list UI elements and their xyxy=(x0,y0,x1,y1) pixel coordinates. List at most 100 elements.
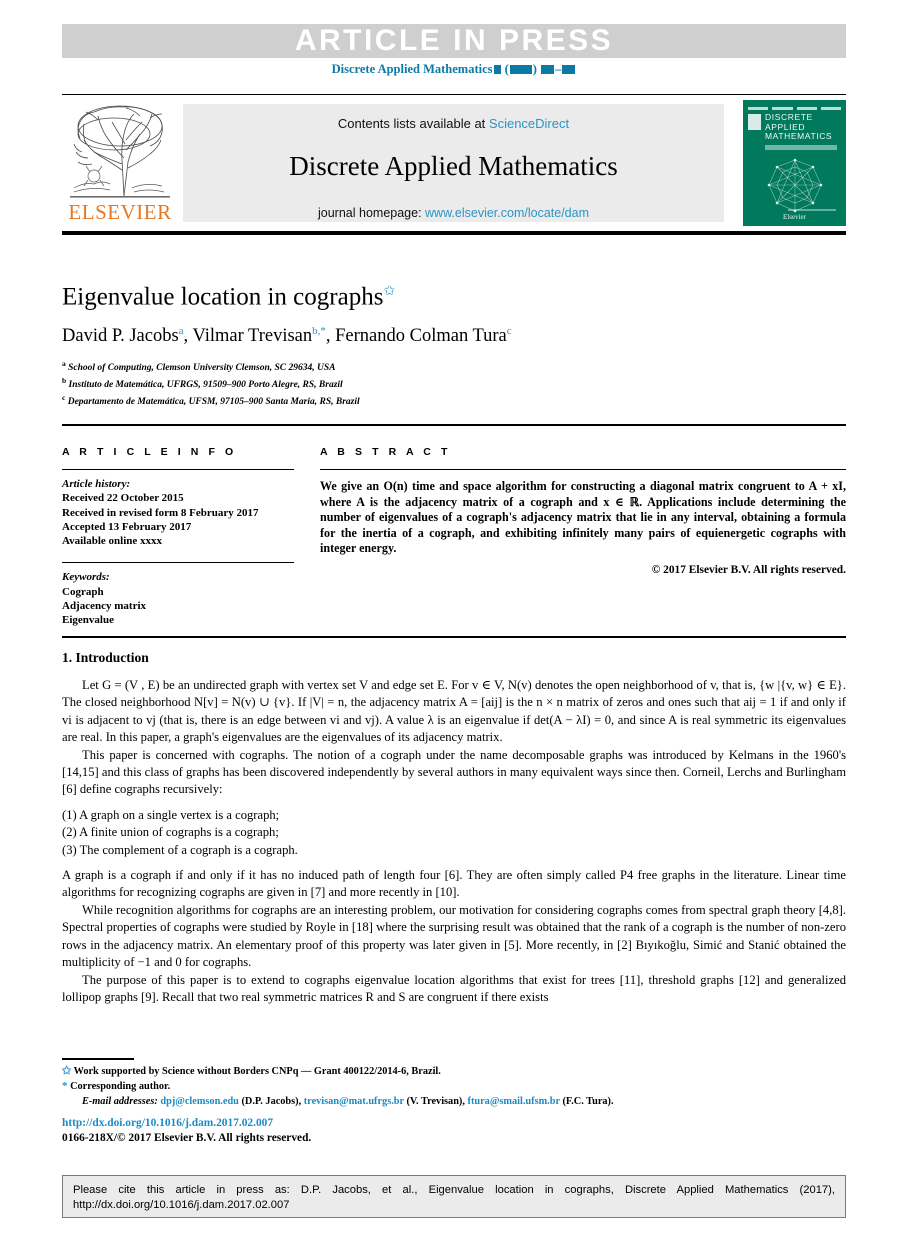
cover-footer-rule xyxy=(788,209,836,211)
cover-publisher: Elsevier xyxy=(783,213,806,221)
footnote-corresponding: * Corresponding author. xyxy=(62,1079,846,1094)
email-addresses-label: E-mail addresses: xyxy=(82,1096,158,1107)
page-start-placeholder-block xyxy=(541,65,555,74)
section-heading-introduction: 1. Introduction xyxy=(62,650,149,665)
paper-page: ARTICLE IN PRESS Discrete Applied Mathem… xyxy=(0,0,907,1238)
journal-reference-line: Discrete Applied Mathematics () – xyxy=(62,62,846,77)
list-item: (2) A finite union of cographs is a cogr… xyxy=(62,825,279,840)
contents-list-prefix: Contents lists available at xyxy=(337,116,489,131)
keyword-item: Cograph xyxy=(62,585,104,598)
article-history-item: Available online xxxx xyxy=(62,535,163,548)
abstract-text: We give an O(n) time and space algorithm… xyxy=(320,479,846,556)
cograph-definition-list: (1) A graph on a single vertex is a cogr… xyxy=(62,807,846,859)
journal-cover-thumbnail: DISCRETE APPLIED MATHEMATICS Elsevier xyxy=(743,100,846,226)
author-name: David P. Jacobs xyxy=(62,326,179,347)
abstract-column: A B S T R A C T We give an O(n) time and… xyxy=(320,432,846,576)
email-link[interactable]: dpj@clemson.edu xyxy=(160,1096,239,1107)
keyword-item: Eigenvalue xyxy=(62,614,114,627)
cover-subtitle-bar xyxy=(765,145,837,150)
cover-elsevier-mark-icon xyxy=(748,114,761,130)
journal-reference-paren-close: ) xyxy=(532,62,537,76)
contents-list-line: Contents lists available at ScienceDirec… xyxy=(183,116,724,131)
body-top-rule xyxy=(62,636,846,638)
article-info-column: A R T I C L E I N F O Article history: R… xyxy=(62,432,294,628)
masthead-top-rule xyxy=(62,94,846,95)
affiliation-list: a School of Computing, Clemson Universit… xyxy=(62,358,360,409)
keywords-label: Keywords: xyxy=(62,571,110,584)
article-history-item: Received 22 October 2015 xyxy=(62,492,184,505)
article-history-item: Accepted 13 February 2017 xyxy=(62,520,192,533)
issn-copyright-line: 0166-218X/© 2017 Elsevier B.V. All right… xyxy=(62,1132,312,1144)
journal-homepage-link[interactable]: www.elsevier.com/locate/dam xyxy=(425,206,589,220)
affiliation-marker: c xyxy=(62,392,66,402)
journal-banner: Contents lists available at ScienceDirec… xyxy=(183,104,724,222)
body-paragraph: Let G = (V , E) be an undirected graph w… xyxy=(62,678,846,745)
author-affiliation-marker[interactable]: c xyxy=(507,325,512,337)
doi-link[interactable]: http://dx.doi.org/10.1016/j.dam.2017.02.… xyxy=(62,1117,273,1129)
footnote-emails: E-mail addresses: dpj@clemson.edu (D.P. … xyxy=(62,1094,846,1109)
cover-journal-name: DISCRETE APPLIED MATHEMATICS xyxy=(765,112,832,142)
corresponding-footnote-text: Corresponding author. xyxy=(70,1081,171,1092)
body-paragraph: The purpose of this paper is to extend t… xyxy=(62,972,846,1004)
affiliation-text: Departamento de Matemática, UFSM, 97105–… xyxy=(67,396,360,407)
author-affiliation-marker[interactable]: a xyxy=(179,325,184,337)
volume-placeholder-block xyxy=(493,65,501,74)
masthead-bottom-rule xyxy=(62,231,846,235)
author-name: Fernando Colman Tura xyxy=(335,326,507,347)
article-history: Article history: Received 22 October 201… xyxy=(62,470,294,548)
article-history-label: Article history: xyxy=(62,478,131,490)
body-paragraph: While recognition algorithms for cograph… xyxy=(62,902,846,970)
author-list: David P. Jacobsa, Vilmar Trevisanb,*, Fe… xyxy=(62,325,512,347)
affiliation-text: School of Computing, Clemson University … xyxy=(68,363,336,374)
copyright-line: © 2017 Elsevier B.V. All rights reserved… xyxy=(651,563,846,576)
footnote-rule xyxy=(62,1058,134,1060)
author-name: Vilmar Trevisan xyxy=(192,326,313,347)
article-body: 1. Introduction Let G = (V , E) be an un… xyxy=(62,650,846,1006)
info-section-top-rule xyxy=(62,424,846,426)
author-affiliation-marker[interactable]: b,* xyxy=(312,325,326,337)
page-title: Eigenvalue location in cographs✩ xyxy=(62,283,395,311)
list-item: (1) A graph on a single vertex is a cogr… xyxy=(62,807,280,822)
article-history-item: Received in revised form 8 February 2017 xyxy=(62,506,259,519)
email-person: (F.C. Tura). xyxy=(562,1096,614,1107)
email-person: (D.P. Jacobs), xyxy=(241,1096,302,1107)
email-person: (V. Trevisan), xyxy=(406,1096,465,1107)
affiliation-text: Instituto de Matemática, UFRGS, 91509–90… xyxy=(68,380,343,391)
affiliation-marker: b xyxy=(62,375,67,385)
page-end-placeholder-block xyxy=(562,65,576,74)
email-link[interactable]: trevisan@mat.ufrgs.br xyxy=(304,1096,404,1107)
article-in-press-label: ARTICLE IN PRESS xyxy=(294,24,614,57)
article-in-press-banner: ARTICLE IN PRESS xyxy=(62,24,846,58)
article-info-heading: A R T I C L E I N F O xyxy=(62,446,237,458)
year-placeholder-block xyxy=(509,65,532,74)
funding-footnote-marker: ✩ xyxy=(62,1065,72,1077)
email-link[interactable]: ftura@smail.ufsm.br xyxy=(468,1096,560,1107)
list-item: (3) The complement of a cograph is a cog… xyxy=(62,842,298,857)
journal-homepage-label: journal homepage: xyxy=(318,206,426,220)
footnote-block: ✩ Work supported by Science without Bord… xyxy=(62,1064,846,1109)
corresponding-footnote-marker: * xyxy=(62,1080,68,1092)
journal-reference-paren-open: ( xyxy=(504,62,509,76)
journal-reference-title: Discrete Applied Mathematics xyxy=(331,62,493,76)
elsevier-wordmark: ELSEVIER xyxy=(68,200,172,224)
affiliation-item: a School of Computing, Clemson Universit… xyxy=(62,358,360,375)
sciencedirect-link[interactable]: ScienceDirect xyxy=(489,116,569,131)
keyword-item: Adjacency matrix xyxy=(62,600,147,613)
footnote-funding: ✩ Work supported by Science without Bord… xyxy=(62,1064,846,1079)
citation-box: Please cite this article in press as: D.… xyxy=(62,1175,846,1218)
journal-homepage-line: journal homepage: www.elsevier.com/locat… xyxy=(183,206,724,220)
masthead: ELSEVIER Contents lists available at Sci… xyxy=(62,100,846,226)
page-dash: – xyxy=(555,62,562,76)
title-footnote-marker[interactable]: ✩ xyxy=(383,284,395,299)
citation-line-2: http://dx.doi.org/10.1016/j.dam.2017.02.… xyxy=(73,1199,290,1211)
article-title-text: Eigenvalue location in cographs xyxy=(62,283,384,311)
funding-footnote-text: Work supported by Science without Border… xyxy=(73,1066,441,1077)
keywords-block: Keywords: Cograph Adjacency matrix Eigen… xyxy=(62,563,294,627)
affiliation-item: c Departamento de Matemática, UFSM, 9710… xyxy=(62,392,360,409)
body-paragraph: This paper is concerned with cographs. T… xyxy=(62,747,846,797)
affiliation-item: b Instituto de Matemática, UFRGS, 91509–… xyxy=(62,375,360,392)
cover-graph-network-icon xyxy=(767,158,823,213)
abstract-heading: A B S T R A C T xyxy=(320,446,451,458)
body-paragraph: A graph is a cograph if and only if it h… xyxy=(62,868,846,900)
citation-line-1: Please cite this article in press as: D.… xyxy=(73,1184,835,1196)
